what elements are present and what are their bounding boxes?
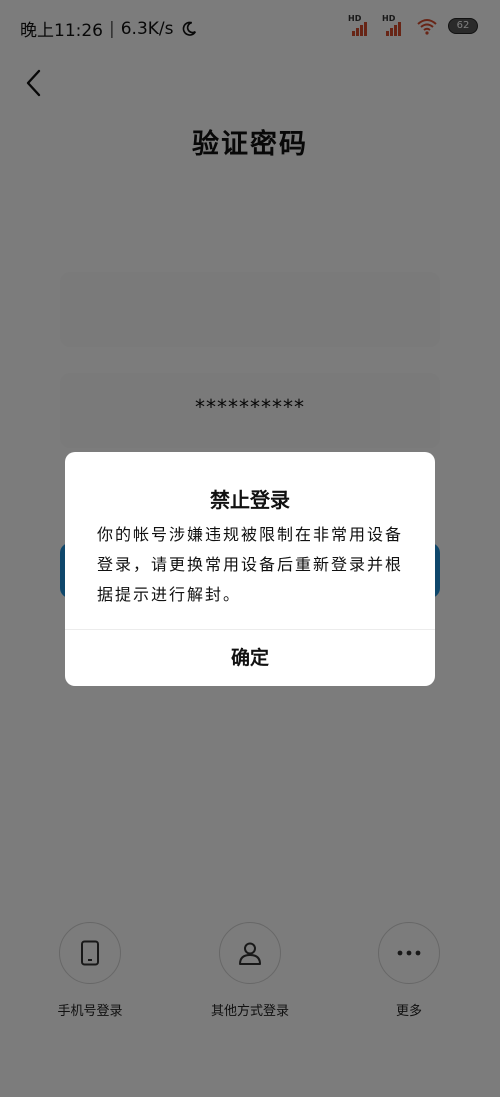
login-blocked-dialog: 禁止登录 你的帐号涉嫌违规被限制在非常用设备登录，请更换常用设备后重新登录并根据… bbox=[65, 452, 435, 686]
dialog-title: 禁止登录 bbox=[210, 488, 290, 512]
confirm-button[interactable]: 确定 bbox=[65, 630, 435, 686]
dialog-message: 你的帐号涉嫌违规被限制在非常用设备登录，请更换常用设备后重新登录并根据提示进行解… bbox=[97, 525, 404, 604]
